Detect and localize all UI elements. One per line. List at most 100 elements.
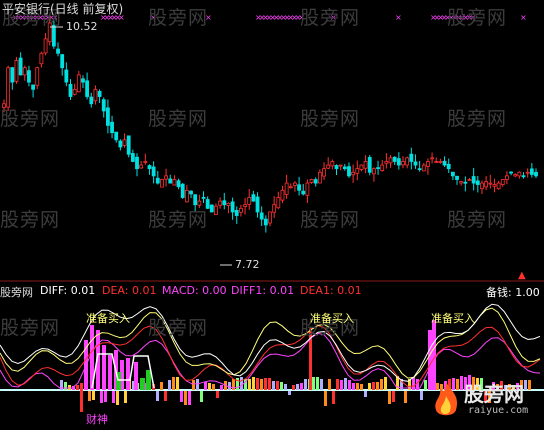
- candle-body: [305, 182, 310, 196]
- candle-body: [280, 189, 285, 201]
- candle-body: [342, 166, 347, 170]
- diff-value: DIFF: 0.01: [40, 284, 96, 297]
- candle-body: [18, 57, 23, 76]
- candle-body: [297, 184, 301, 191]
- candle-body: [218, 200, 223, 206]
- candle-body: [268, 211, 272, 224]
- histogram-bar: [284, 384, 287, 390]
- candle-body: [222, 200, 227, 206]
- histogram-bar: [188, 391, 191, 405]
- watermark: 股旁网: [300, 209, 361, 231]
- candle-body: [334, 165, 339, 170]
- green-bar: [140, 378, 145, 390]
- candle-body: [405, 157, 410, 166]
- candle-body: [376, 167, 380, 170]
- histogram-bar: [212, 384, 215, 390]
- histogram-bar: [296, 384, 299, 390]
- candle-body: [392, 156, 397, 162]
- candle-body: [135, 156, 139, 170]
- watermark: 股旁网: [148, 209, 209, 231]
- candle-body: [234, 209, 239, 216]
- histogram-bar: [252, 377, 255, 390]
- signal-marker: ▲: [518, 270, 526, 281]
- candle-body: [155, 177, 160, 184]
- candle-body: [130, 153, 135, 162]
- histogram-bar: [360, 384, 363, 390]
- candle-body: [509, 171, 513, 174]
- candle-body: [184, 189, 189, 203]
- histogram-bar: [168, 380, 171, 390]
- candle-body: [126, 135, 131, 155]
- candle-body: [35, 67, 40, 86]
- candle-body: [43, 38, 48, 54]
- histogram-bar: [336, 379, 339, 390]
- candle-body: [101, 99, 106, 112]
- candle-body: [396, 158, 401, 166]
- candle-body: [143, 161, 148, 163]
- histogram-bar: [256, 378, 259, 390]
- candle-body: [27, 70, 31, 83]
- candle-body: [475, 180, 480, 185]
- candle-body: [455, 175, 459, 180]
- candle-body: [446, 163, 451, 170]
- candle-body: [189, 190, 193, 195]
- histogram-bar: [76, 385, 79, 390]
- histogram-bar: [80, 383, 83, 390]
- candle-body: [525, 171, 530, 174]
- candle-body: [284, 182, 289, 195]
- candle-body: [301, 190, 306, 195]
- low-price-label: 7.72: [235, 258, 260, 271]
- candle-body: [500, 179, 505, 185]
- candle-body: [230, 201, 235, 213]
- candle-body: [247, 197, 252, 205]
- high-price-label: 10.52: [66, 20, 98, 33]
- candle-body: [326, 164, 331, 169]
- buy-signal-label: 准备买入: [310, 312, 354, 325]
- candle-body: [480, 182, 484, 190]
- candle-body: [89, 96, 94, 105]
- watermark: 股旁网: [148, 317, 209, 339]
- histogram-bar: [172, 377, 175, 390]
- candle-body: [309, 179, 314, 183]
- candle-body: [31, 84, 35, 90]
- candle-body: [372, 168, 376, 175]
- histogram-bar: [164, 391, 167, 401]
- histogram-bar: [180, 391, 183, 402]
- histogram-bar: [156, 391, 159, 401]
- candle-body: [434, 161, 439, 163]
- green-bar: [146, 370, 151, 390]
- histogram-bar: [384, 377, 387, 390]
- signal-cross-mark: ×: [520, 13, 527, 22]
- histogram-bar: [204, 382, 207, 390]
- candle-body: [467, 179, 472, 181]
- histogram-bar: [260, 379, 263, 390]
- candle-body: [139, 164, 144, 169]
- buy-signal-label: 准备买入: [86, 312, 130, 325]
- histogram-bar: [192, 380, 195, 390]
- histogram-bar: [368, 383, 371, 390]
- beiqian-value: 备钱: 1.00: [486, 286, 540, 299]
- indicator-name: 股旁网: [0, 286, 33, 299]
- histogram-bar: [264, 378, 267, 390]
- histogram-bar: [196, 379, 199, 390]
- histogram-bar: [288, 391, 291, 395]
- candle-body: [367, 157, 372, 173]
- chart-window: × × × × × × × × × × × × × × × × × × × × × × × × × × × × × × × × × × × × × × × ×…: [0, 0, 544, 426]
- caishen-label: 财神: [86, 413, 108, 426]
- histogram-bar: [316, 377, 319, 390]
- candle-body: [106, 107, 110, 126]
- candle-body: [118, 140, 123, 148]
- histogram-bar: [88, 391, 91, 401]
- histogram-bar: [380, 379, 383, 390]
- candle-body: [255, 196, 260, 213]
- site-logo: 股旁网 raiyue.com: [430, 378, 542, 424]
- histogram-bar: [64, 382, 67, 390]
- watermark: 股旁网: [300, 108, 361, 130]
- histogram-bar: [268, 378, 271, 390]
- diff1-value: DIFF1: 0.01: [231, 284, 295, 297]
- candle-body: [164, 175, 168, 180]
- candle-body: [97, 90, 102, 97]
- candle-body: [276, 197, 281, 209]
- candle-body: [513, 174, 518, 177]
- histogram-bar: [292, 385, 295, 390]
